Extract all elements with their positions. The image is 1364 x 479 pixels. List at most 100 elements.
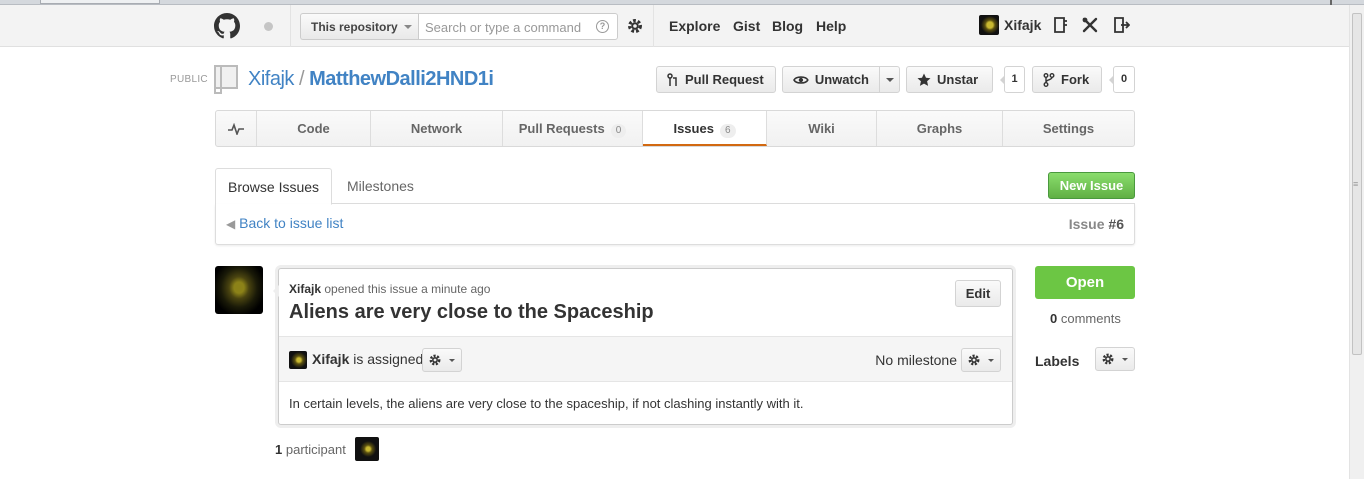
issue-opened-text: opened this issue a minute ago [324,282,491,296]
labels-settings-button[interactable] [1095,347,1135,371]
search-placeholder: Search or type a command [425,20,582,35]
fork-label: Fork [1061,72,1090,87]
issue-number-label: Issue [1068,216,1105,232]
unwatch-button[interactable]: Unwatch [782,66,880,93]
visibility-label: PUBLIC [170,74,208,85]
issue-context-bar: ◀ Back to issue list Issue #6 [215,204,1135,245]
labels-heading: Labels [1035,353,1080,369]
assignee-bar: Xifajk is assigned No milestone [279,336,1012,382]
comment-count-label: comments [1060,311,1121,326]
notification-dot-icon[interactable] [264,22,273,31]
tab-graphs[interactable]: Graphs [877,111,1003,146]
tab-network[interactable]: Network [371,111,503,146]
search-scope-button[interactable]: This repository [300,13,418,40]
tab-browse-issues[interactable]: Browse Issues [215,168,333,205]
unstar-label: Unstar [937,72,979,87]
comment-count-value: 0 [1050,311,1058,326]
avatar[interactable] [979,15,999,35]
author-avatar[interactable] [215,266,263,314]
comment-count: 0 comments [1050,311,1121,326]
fork-icon [1043,72,1055,87]
issue-author-link[interactable]: Xifajk [289,282,321,296]
star-count[interactable]: 1 [1000,66,1025,93]
tab-milestones[interactable]: Milestones [335,168,426,204]
assignee-text: Xifajk is assigned [312,351,423,367]
issue-number-value: #6 [1108,216,1124,232]
issue-title: Aliens are very close to the Spaceship [289,301,654,323]
gear-icon [1102,353,1114,365]
nav-gist[interactable]: Gist [733,18,760,34]
search-scope-label: This repository [311,20,398,34]
repo-title: Xifajk / MatthewDalli2HND1i [248,68,494,91]
edit-button[interactable]: Edit [955,280,1001,307]
assignee-link[interactable]: Xifajk [312,351,349,367]
unstar-button[interactable]: Unstar [906,66,993,93]
repo-owner-link[interactable]: Xifajk [248,68,294,90]
tab-wiki-label: Wiki [808,121,835,136]
back-to-issue-list-link[interactable]: ◀ Back to issue list [226,215,343,231]
assignee-avatar[interactable] [289,351,307,369]
repo-title-separator: / [298,68,305,90]
tab-pulse[interactable] [216,111,257,146]
chevron-down-icon [988,359,994,365]
repo-create-icon[interactable] [1052,16,1070,34]
chevron-down-icon [1122,358,1128,364]
tab-code[interactable]: Code [257,111,371,146]
scrollbar-grip-icon: ≡ [1353,179,1359,189]
assigned-text: is assigned [353,351,424,367]
tools-icon[interactable] [1081,16,1099,34]
issue-discussion-box: Xifajk opened this issue a minute ago Al… [273,268,1013,425]
repo-nav: Code Network Pull Requests 0 Issues 6 Wiki… [215,110,1135,147]
user-name-link[interactable]: Xifajk [1004,17,1041,33]
tab-graphs-label: Graphs [916,121,963,136]
site-header: This repository Search or type a command… [0,5,1349,47]
tab-wiki[interactable]: Wiki [767,111,877,146]
issue-meta: Xifajk opened this issue a minute ago [289,282,490,296]
arrow-left-icon: ◀ [226,217,236,231]
chevron-down-icon [404,25,412,33]
tab-pull-requests[interactable]: Pull Requests 0 [503,111,643,146]
issue-number: Issue #6 [1069,216,1124,232]
pull-requests-count: 0 [610,124,627,138]
watch-options-button[interactable] [879,66,900,93]
repo-name-link[interactable]: MatthewDalli2HND1i [309,68,494,90]
participant-avatar[interactable] [355,437,379,461]
participants-summary: 1 participant [275,442,346,457]
chevron-down-icon [449,359,455,365]
nav-blog[interactable]: Blog [772,18,803,34]
tab-code-label: Code [297,121,330,136]
fork-count[interactable]: 0 [1109,66,1135,93]
milestone-settings-button[interactable] [961,348,1001,372]
tab-settings-label: Settings [1042,121,1095,136]
participant-label: participant [285,442,346,457]
assignee-settings-button[interactable] [422,348,462,372]
gear-icon [429,354,441,366]
back-link-label: Back to issue list [239,215,344,231]
fork-button[interactable]: Fork [1032,66,1102,93]
participant-count: 1 [275,442,283,457]
nav-explore[interactable]: Explore [669,18,720,34]
issue-body: In certain levels, the aliens are very c… [289,396,804,411]
new-issue-button[interactable]: New Issue [1048,172,1135,199]
tab-issues[interactable]: Issues 6 [643,111,767,146]
gear-icon [968,354,980,366]
browser-tab[interactable] [40,0,160,4]
github-octocat-icon[interactable] [214,13,240,39]
eye-icon [793,75,809,84]
milestone-text: No milestone [875,352,957,368]
tab-issues-label: Issues [673,121,714,136]
sign-out-icon[interactable] [1112,16,1130,34]
unwatch-label: Unwatch [814,72,869,87]
pull-request-icon [667,72,677,86]
issues-count: 6 [719,124,736,138]
vertical-scrollbar[interactable]: ≡ [1349,5,1364,479]
repo-book-icon [214,65,238,94]
tab-settings[interactable]: Settings [1003,111,1134,146]
nav-help[interactable]: Help [816,18,846,34]
pull-request-button[interactable]: Pull Request [656,66,776,93]
issue-status-badge: Open [1035,266,1135,299]
help-icon[interactable]: ? [596,20,609,33]
header-divider [653,5,654,47]
gear-icon[interactable] [626,17,644,35]
search-input[interactable]: Search or type a command ? [418,13,618,40]
